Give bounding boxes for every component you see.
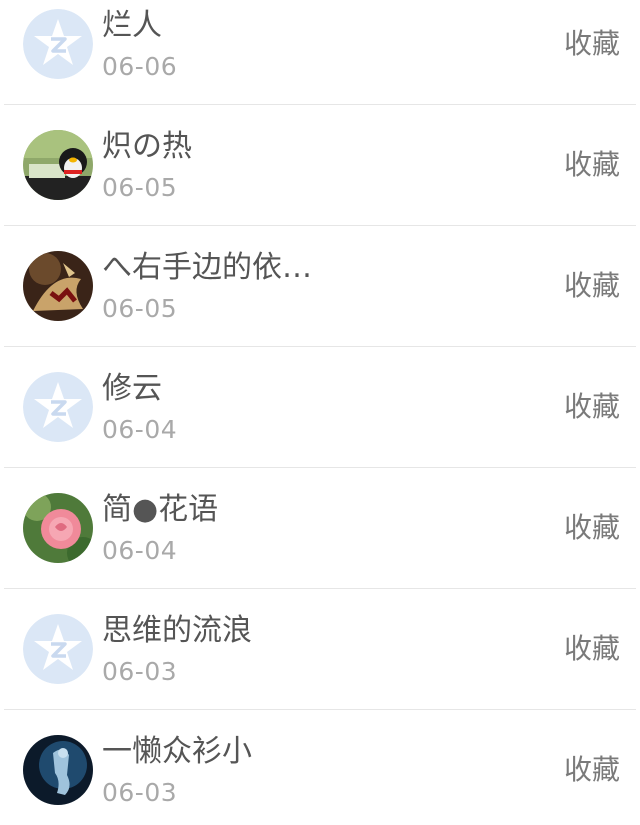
list-item[interactable]: 烂人 06-06 收藏 [4, 0, 636, 105]
user-name: 一懒众衫小 [102, 734, 252, 769]
default-avatar-icon [23, 614, 93, 684]
list-item[interactable]: 修云 06-04 收藏 [4, 347, 636, 468]
default-avatar-icon [23, 372, 93, 442]
avatar[interactable] [23, 493, 93, 563]
list-item[interactable]: 思维的流浪 06-03 收藏 [4, 589, 636, 710]
user-name: 简●花语 [102, 492, 219, 527]
favorite-button[interactable]: 收藏 [564, 147, 620, 183]
date: 06-05 [102, 294, 178, 323]
favorite-button[interactable]: 收藏 [564, 26, 620, 62]
date: 06-03 [102, 657, 178, 686]
default-avatar-icon [23, 9, 93, 79]
favorite-button[interactable]: 收藏 [564, 631, 620, 667]
avatar[interactable] [23, 9, 93, 79]
list-item[interactable]: 一懒众衫小 06-03 收藏 [4, 710, 636, 825]
avatar[interactable] [23, 735, 93, 805]
flower-photo-icon [23, 493, 93, 563]
penguin-photo-icon [23, 130, 93, 200]
avatar[interactable] [23, 614, 93, 684]
user-name: 烂人 [102, 8, 162, 43]
favorite-button[interactable]: 收藏 [564, 752, 620, 788]
user-name: 修云 [102, 371, 162, 406]
night-photo-icon [23, 735, 93, 805]
avatar[interactable] [23, 130, 93, 200]
avatar[interactable] [23, 251, 93, 321]
list-item[interactable]: へ右手边的依… 06-05 收藏 [4, 226, 636, 347]
list-item[interactable]: 简●花语 06-04 收藏 [4, 468, 636, 589]
date: 06-04 [102, 536, 178, 565]
user-name: へ右手边的依… [102, 250, 312, 285]
user-name: 炽の热 [102, 129, 192, 164]
favorites-list: 烂人 06-06 收藏 炽の热 06-05 收藏 へ右手边的依… 06-05 收… [0, 0, 640, 809]
favorite-button[interactable]: 收藏 [564, 268, 620, 304]
favorite-button[interactable]: 收藏 [564, 510, 620, 546]
dragon-photo-icon [23, 251, 93, 321]
list-item[interactable]: 炽の热 06-05 收藏 [4, 105, 636, 226]
date: 06-03 [102, 778, 178, 807]
date: 06-06 [102, 52, 178, 81]
date: 06-05 [102, 173, 178, 202]
favorite-button[interactable]: 收藏 [564, 389, 620, 425]
user-name: 思维的流浪 [102, 613, 252, 648]
avatar[interactable] [23, 372, 93, 442]
date: 06-04 [102, 415, 178, 444]
